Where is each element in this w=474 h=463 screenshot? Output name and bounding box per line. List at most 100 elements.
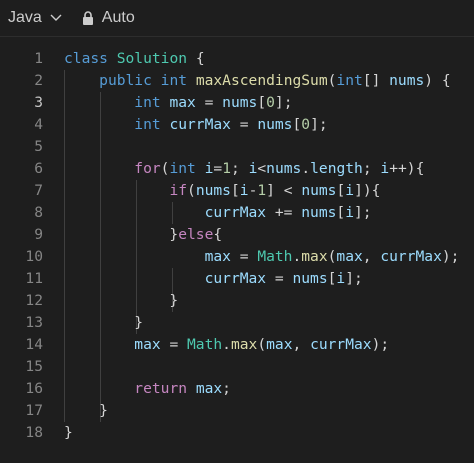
code-token: i: [345, 182, 355, 199]
code-token: currMax: [169, 116, 231, 133]
code-token: nums: [389, 72, 425, 89]
code-token: [: [292, 116, 302, 133]
line-number: 18: [25, 424, 43, 441]
code-token: .: [301, 160, 311, 177]
code-token: [: [336, 182, 346, 199]
code-token: }: [64, 402, 108, 419]
code-token: ];: [354, 204, 372, 221]
code-token: ;: [231, 160, 249, 177]
code-text: }: [64, 312, 143, 334]
code-token: max: [169, 94, 196, 111]
code-line[interactable]: 11 currMax = nums[i];: [0, 268, 474, 290]
code-editor[interactable]: 1 class Solution {2 public int maxAscendi…: [0, 48, 474, 463]
code-line[interactable]: 17 }: [0, 400, 474, 422]
code-token: ];: [274, 94, 293, 111]
code-token: nums: [266, 160, 302, 177]
code-token: =: [230, 248, 258, 265]
code-token: public: [99, 72, 152, 89]
line-number: 8: [34, 204, 43, 221]
code-text: max = Math.max(max, currMax);: [64, 246, 460, 268]
code-token: =: [230, 116, 258, 133]
code-token: );: [371, 336, 390, 353]
code-token: currMax: [204, 204, 267, 221]
code-token: Solution: [116, 50, 188, 67]
code-line[interactable]: 6 for(int i=1; i<nums.length; i++){: [0, 158, 474, 180]
code-token: }: [64, 314, 144, 331]
code-token: int: [160, 72, 188, 89]
code-token: [: [257, 94, 267, 111]
code-token: =: [195, 94, 223, 111]
code-line[interactable]: 7 if(nums[i-1] < nums[i]){: [0, 180, 474, 202]
code-token: (: [257, 336, 267, 353]
line-number: 16: [25, 380, 43, 397]
code-line[interactable]: 18}: [0, 422, 474, 444]
code-token: i: [336, 270, 346, 287]
code-token: [: [230, 182, 240, 199]
code-token: ) {: [424, 72, 451, 89]
language-label: Java: [8, 9, 42, 26]
code-line[interactable]: 4 int currMax = nums[0];: [0, 114, 474, 136]
code-line[interactable]: 10 max = Math.max(max, currMax);: [0, 246, 474, 268]
code-line[interactable]: 5: [0, 136, 474, 158]
lock-icon: [82, 11, 94, 25]
line-number: 7: [34, 182, 43, 199]
code-token: =: [266, 270, 293, 287]
code-line[interactable]: 1 class Solution {: [0, 48, 474, 70]
code-token: int: [134, 94, 161, 111]
code-token: length: [310, 160, 363, 177]
code-line[interactable]: 9 }else{: [0, 224, 474, 246]
code-token: ];: [310, 116, 328, 133]
code-token: <: [257, 160, 267, 177]
code-line[interactable]: 8 currMax += nums[i];: [0, 202, 474, 224]
code-token: ;: [222, 380, 231, 397]
line-number: 13: [25, 314, 43, 331]
code-token: }: [64, 226, 179, 243]
code-token: for: [134, 160, 161, 177]
code-token: currMax: [204, 270, 267, 287]
code-line[interactable]: 3 int max = nums[0];: [0, 92, 474, 114]
code-text: class Solution {: [64, 48, 205, 70]
code-token: +=: [266, 204, 302, 221]
code-text: public int maxAscendingSum(int[] nums) {: [64, 70, 451, 92]
code-token: currMax: [310, 336, 372, 353]
code-token: Math: [257, 248, 293, 265]
code-line[interactable]: 2 public int maxAscendingSum(int[] nums)…: [0, 70, 474, 92]
code-token: max: [195, 380, 223, 397]
code-token: max: [204, 248, 231, 265]
code-text: if(nums[i-1] < nums[i]){: [64, 180, 380, 202]
line-number: 14: [25, 336, 43, 353]
code-token: nums: [195, 182, 231, 199]
code-token: {: [213, 226, 223, 243]
mode-indicator[interactable]: Auto: [82, 9, 135, 27]
code-token: max: [134, 336, 161, 353]
code-line[interactable]: 15: [0, 356, 474, 378]
line-number: 6: [34, 160, 43, 177]
code-token: 0: [301, 116, 311, 133]
code-token: nums: [222, 94, 258, 111]
code-token: int: [169, 160, 196, 177]
code-line[interactable]: 14 max = Math.max(max, currMax);: [0, 334, 474, 356]
language-selector[interactable]: Java: [8, 9, 62, 27]
line-number: 12: [25, 292, 43, 309]
code-token: if: [169, 182, 188, 199]
code-line[interactable]: 13 }: [0, 312, 474, 334]
code-line[interactable]: 16 return max;: [0, 378, 474, 400]
code-token: Math: [187, 336, 223, 353]
code-token: return: [134, 380, 188, 397]
mode-label: Auto: [101, 9, 135, 26]
line-number: 11: [25, 270, 43, 287]
code-line[interactable]: 12 }: [0, 290, 474, 312]
code-token: ,: [362, 248, 381, 265]
code-token: =: [213, 160, 223, 177]
code-text: }: [64, 290, 178, 312]
code-token: currMax: [380, 248, 442, 265]
code-text: }: [64, 400, 108, 422]
code-text: currMax += nums[i];: [64, 202, 372, 224]
